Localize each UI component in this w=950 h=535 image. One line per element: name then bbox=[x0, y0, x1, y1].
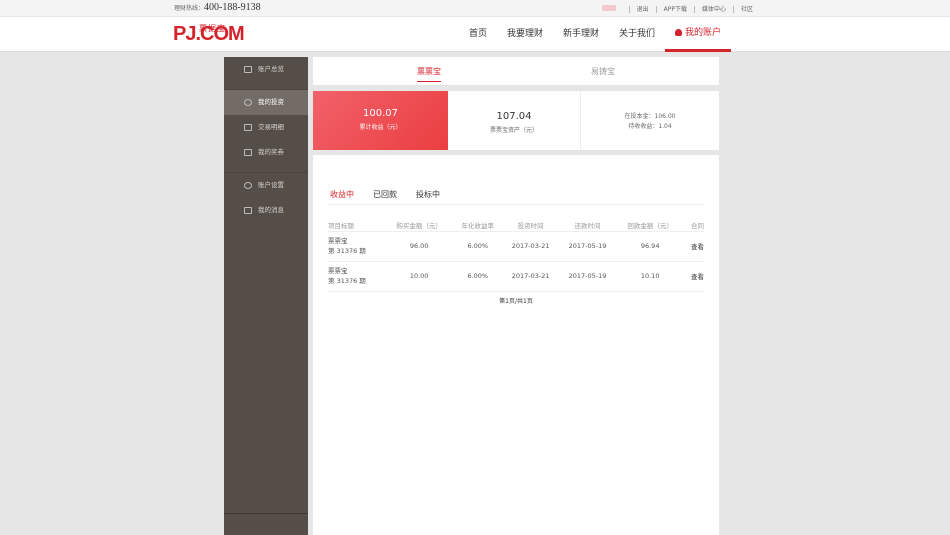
table-row: 票票宝第 31376 期 96.00 6.00% 2017-03-21 2017… bbox=[328, 231, 704, 262]
sidebar-item-label: 账户设置 bbox=[258, 181, 284, 189]
product-tabs: 票票宝 易铸宝 bbox=[313, 57, 719, 85]
row-return: 10.10 bbox=[615, 261, 685, 292]
hotline: 理财热线：400-188-9138 bbox=[174, 2, 261, 13]
sidebar-item-transactions[interactable]: 交易明细 bbox=[224, 115, 308, 140]
gear-icon bbox=[244, 182, 252, 189]
row-repay-date: 2017-05-19 bbox=[559, 231, 616, 262]
investment-panel: 收益中 已回款 投标中 项目标题 购买金额（元） 年化收益率 投资时间 还款时间… bbox=[313, 155, 719, 535]
logo[interactable]: PJ.COM 票据宝 bbox=[173, 24, 245, 44]
sidebar: 账户总览 我的投资 交易明细 我的奖券 账户设置 我的消息 bbox=[224, 57, 308, 535]
row-amount: 96.00 bbox=[384, 231, 454, 262]
cumulative-value: 100.07 bbox=[363, 108, 398, 119]
tab-piaopiaobao[interactable]: 票票宝 bbox=[417, 66, 441, 82]
sidebar-item-overview[interactable]: 账户总览 bbox=[224, 57, 308, 82]
main-content: 票票宝 易铸宝 100.07 累计收益（元） 107.04 票票宝资产（元） 在… bbox=[313, 57, 719, 535]
row-amount: 10.00 bbox=[384, 261, 454, 292]
col-amount: 购买金额（元） bbox=[396, 222, 442, 231]
nav-my-account-label: 我的账户 bbox=[685, 28, 722, 38]
col-repay-date: 还款时间 bbox=[574, 222, 601, 231]
status-tabs: 收益中 已回款 投标中 bbox=[328, 189, 457, 205]
row-rate: 6.00% bbox=[453, 261, 503, 292]
user-name-blurred bbox=[595, 5, 629, 13]
top-links: 退出 APP下载 媒体中心 社区 bbox=[595, 5, 760, 13]
top-bar: 理财热线：400-188-9138 退出 APP下载 媒体中心 社区 bbox=[0, 0, 950, 17]
app-download-link[interactable]: APP下载 bbox=[655, 5, 694, 13]
stats-panel: 100.07 累计收益（元） 107.04 票票宝资产（元） 在投本金：106.… bbox=[313, 91, 719, 150]
row-invest-date: 2017-03-21 bbox=[502, 261, 560, 292]
home-icon bbox=[244, 66, 252, 73]
col-title: 项目标题 bbox=[328, 222, 354, 231]
principal-text: 在投本金：106.00 bbox=[624, 113, 676, 120]
assets-label: 票票宝资产（元） bbox=[489, 127, 538, 134]
investment-table: 项目标题 购买金额（元） 年化收益率 投资时间 还款时间 回款金额（元） 合同 … bbox=[328, 220, 704, 292]
sidebar-item-label: 我的投资 bbox=[258, 98, 284, 106]
nav-beginner[interactable]: 新手理财 bbox=[553, 17, 609, 52]
view-contract-link[interactable]: 查看 bbox=[684, 231, 704, 262]
nav-home[interactable]: 首页 bbox=[459, 17, 497, 52]
chart-icon bbox=[244, 99, 252, 106]
row-rate: 6.00% bbox=[453, 231, 503, 262]
row-repay-date: 2017-05-19 bbox=[559, 261, 616, 292]
col-invest-date: 投资时间 bbox=[517, 222, 544, 231]
ticket-icon bbox=[244, 149, 252, 156]
table-header: 项目标题 购买金额（元） 年化收益率 投资时间 还款时间 回款金额（元） 合同 bbox=[328, 220, 704, 231]
col-contract: 合同 bbox=[691, 222, 704, 231]
table-row: 票票宝第 31376 期 10.00 6.00% 2017-03-21 2017… bbox=[328, 261, 704, 292]
tab-bidding[interactable]: 投标中 bbox=[414, 189, 442, 205]
nav-my-account[interactable]: 我的账户 bbox=[665, 17, 732, 52]
sidebar-item-label: 交易明细 bbox=[258, 123, 284, 131]
assets-card: 107.04 票票宝资产（元） bbox=[448, 91, 581, 150]
sidebar-item-coupons[interactable]: 我的奖券 bbox=[224, 140, 308, 165]
media-center-link[interactable]: 媒体中心 bbox=[693, 5, 733, 13]
cumulative-label: 累计收益（元） bbox=[359, 124, 402, 131]
pagination: 第1页/共1页 bbox=[499, 298, 533, 305]
speaker-icon bbox=[244, 207, 252, 214]
row-invest-date: 2017-03-21 bbox=[502, 231, 560, 262]
view-contract-link[interactable]: 查看 bbox=[684, 261, 704, 292]
logout-link[interactable]: 退出 bbox=[628, 5, 656, 13]
sidebar-item-settings[interactable]: 账户设置 bbox=[224, 173, 308, 198]
hotline-label: 理财热线： bbox=[174, 5, 205, 12]
principal-card: 在投本金：106.00 待收收益：1.04 bbox=[581, 91, 719, 150]
user-icon bbox=[675, 29, 683, 36]
list-icon bbox=[244, 124, 252, 131]
sidebar-item-messages[interactable]: 我的消息 bbox=[224, 198, 308, 223]
assets-value: 107.04 bbox=[496, 111, 532, 122]
cumulative-earnings-card: 100.07 累计收益（元） bbox=[313, 91, 448, 150]
sidebar-item-label: 我的奖券 bbox=[258, 148, 284, 156]
tab-yizhubao[interactable]: 易铸宝 bbox=[591, 66, 615, 77]
nav-about[interactable]: 关于我们 bbox=[609, 17, 665, 52]
row-return: 96.94 bbox=[615, 231, 685, 262]
col-return: 回款金额（元） bbox=[627, 222, 673, 231]
pending-text: 待收收益：1.04 bbox=[628, 123, 672, 130]
community-link[interactable]: 社区 bbox=[732, 5, 760, 13]
row-title: 票票宝第 31376 期 bbox=[328, 231, 385, 262]
main-nav: 首页 我要理财 新手理财 关于我们 我的账户 bbox=[459, 17, 732, 52]
col-rate: 年化收益率 bbox=[461, 222, 495, 231]
tab-repaid[interactable]: 已回款 bbox=[371, 189, 399, 205]
sidebar-item-label: 账户总览 bbox=[258, 65, 284, 73]
sidebar-item-label: 我的消息 bbox=[258, 206, 284, 214]
sidebar-item-my-investment[interactable]: 我的投资 bbox=[224, 90, 308, 115]
nav-invest[interactable]: 我要理财 bbox=[497, 17, 553, 52]
row-title: 票票宝第 31376 期 bbox=[328, 261, 385, 292]
hotline-number: 400-188-9138 bbox=[204, 2, 261, 13]
tab-earning[interactable]: 收益中 bbox=[328, 189, 356, 205]
header: PJ.COM 票据宝 首页 我要理财 新手理财 关于我们 我的账户 bbox=[0, 17, 950, 52]
logo-cn: 票据宝 bbox=[199, 24, 226, 33]
